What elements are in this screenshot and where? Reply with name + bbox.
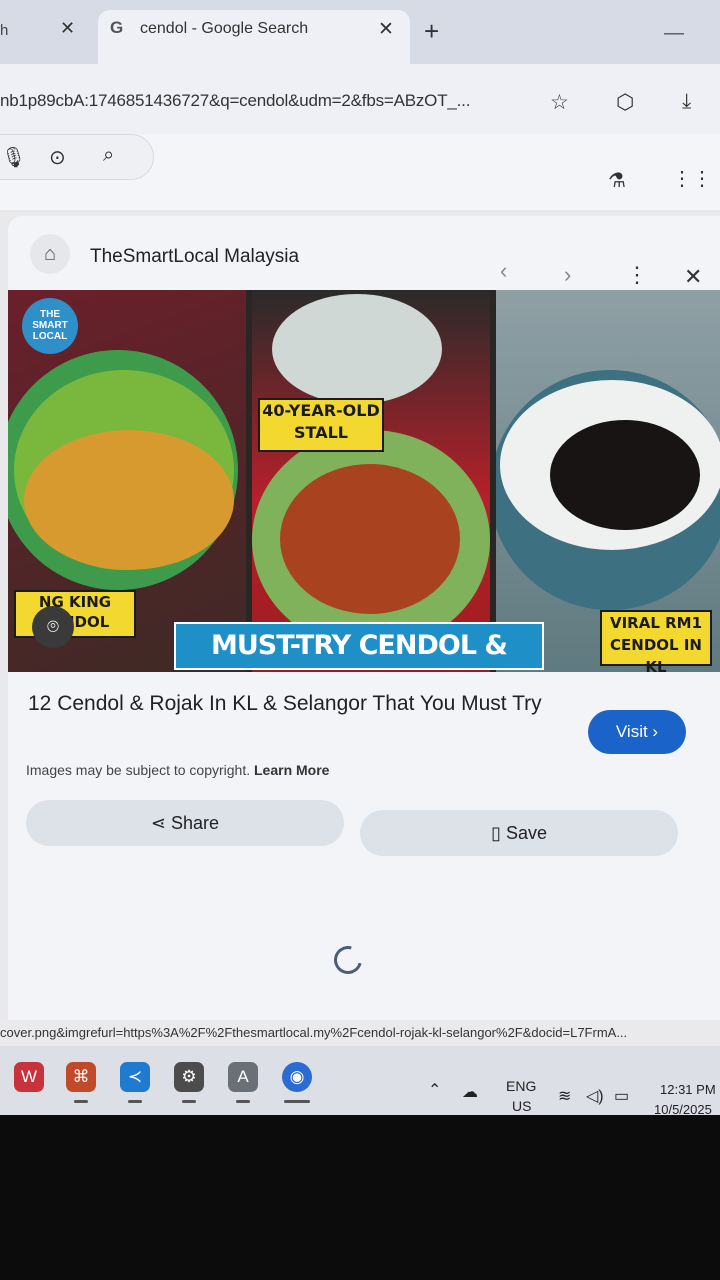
sticker-viral-rm1: VIRAL RM1 CENDOL IN KL	[600, 610, 712, 672]
app-icon[interactable]: W	[14, 1062, 44, 1092]
previous-icon[interactable]: ‹	[500, 258, 507, 284]
photo-rojak: 40-YEAR-OLD STALL	[252, 290, 490, 672]
source-favicon: ⌂	[30, 234, 70, 274]
extensions-icon[interactable]: ⬡	[616, 90, 634, 115]
loading-spinner	[328, 940, 368, 980]
gula-melaka-topping	[24, 430, 234, 570]
save-label: Save	[505, 823, 547, 843]
rojak-sauce	[280, 464, 460, 614]
settings-icon[interactable]: ⚙	[174, 1062, 204, 1092]
sticker-line: 40-YEAR-OLD	[262, 401, 380, 420]
close-icon[interactable]: ✕	[378, 18, 394, 41]
vscode-icon[interactable]: ≺	[120, 1062, 150, 1092]
running-indicator	[236, 1100, 250, 1103]
taskbar: W ⌘ ≺ ⚙ A ◉ ⌃ ☁ ENG US ≋ ◁) ▭ 12:31 PM 1…	[0, 1046, 720, 1115]
bowl	[272, 294, 442, 404]
red-beans	[550, 420, 700, 530]
close-icon[interactable]: ✕	[684, 264, 702, 290]
tab-strip: h ✕ G cendol - Google Search ✕ + —	[0, 0, 720, 64]
volume-icon[interactable]: ◁)	[586, 1086, 604, 1106]
source-name[interactable]: TheSmartLocal Malaysia	[90, 246, 299, 268]
preview-image[interactable]: THE SMART LOCAL NG KING CENDOL 40-YEAR-O…	[8, 290, 720, 672]
thesmartlocal-logo: THE SMART LOCAL	[22, 298, 78, 354]
lens-search-icon[interactable]: ⌾	[32, 606, 74, 648]
download-icon[interactable]: ⤓	[682, 90, 691, 114]
image-preview-panel: ⌂ TheSmartLocal Malaysia ‹ › ⋮ ✕ THE SMA…	[8, 216, 720, 1036]
sticker-line: STALL	[294, 423, 348, 442]
share-label: Share	[171, 813, 220, 833]
search-icon[interactable]: ⌕	[103, 144, 114, 167]
chrome-icon[interactable]: ◉	[282, 1062, 312, 1092]
language-code[interactable]: ENG	[506, 1078, 536, 1094]
share-button[interactable]: ⋖ Share	[26, 800, 344, 846]
sticker-line: VIRAL RM1	[609, 614, 703, 632]
next-icon[interactable]: ›	[564, 262, 571, 288]
running-indicator	[128, 1100, 142, 1103]
visit-button[interactable]: Visit ›	[588, 710, 686, 754]
app-icon[interactable]: A	[228, 1062, 258, 1092]
battery-icon[interactable]: ▭	[614, 1086, 629, 1106]
new-tab-button[interactable]: +	[424, 16, 439, 47]
labs-icon[interactable]: ⚗	[608, 168, 626, 193]
google-header: 🎙 ⊙ ⌕ ⚗ ⋮⋮⋮	[0, 134, 720, 210]
active-indicator	[284, 1100, 310, 1103]
copyright-text: Images may be subject to copyright.	[26, 762, 251, 778]
apps-grid-icon[interactable]: ⋮⋮⋮	[672, 166, 720, 191]
copyright-notice: Images may be subject to copyright. Lear…	[26, 762, 329, 778]
learn-more-link[interactable]: Learn More	[254, 762, 329, 778]
sticker-line: CENDOL IN KL	[610, 636, 702, 672]
region-code[interactable]: US	[512, 1098, 531, 1114]
cloud-icon[interactable]: ☁	[462, 1082, 478, 1102]
tab-previous[interactable]: h ✕	[0, 8, 95, 56]
status-url: cover.png&imgrefurl=https%3A%2F%2Fthesma…	[0, 1020, 720, 1046]
star-icon[interactable]: ☆	[550, 90, 569, 115]
wifi-icon[interactable]: ≋	[558, 1086, 571, 1106]
lens-icon[interactable]: ⊙	[49, 145, 66, 170]
address-bar: nb1p89cbA:1746851436727&q=cendol&udm=2&f…	[0, 64, 720, 134]
running-indicator	[182, 1100, 196, 1103]
save-button[interactable]: ▯ Save	[360, 810, 678, 856]
sticker-40-year-old-stall: 40-YEAR-OLD STALL	[258, 398, 384, 452]
running-indicator	[74, 1100, 88, 1103]
bookmark-icon: ▯	[491, 823, 501, 843]
image-banner: MUST-TRY CENDOL & ROJAK	[174, 622, 544, 670]
photo-cendol-bowl: VIRAL RM1 CENDOL IN KL	[496, 290, 720, 672]
more-options-icon[interactable]: ⋮	[626, 262, 648, 288]
search-box[interactable]: 🎙 ⊙ ⌕	[0, 134, 154, 180]
tab-active-title: cendol - Google Search	[140, 20, 309, 37]
tab-previous-title: h	[0, 22, 9, 39]
clock-time[interactable]: 12:31 PM	[660, 1082, 716, 1097]
google-icon: G	[110, 18, 124, 37]
url-text[interactable]: nb1p89cbA:1746851436727&q=cendol&udm=2&f…	[0, 91, 470, 111]
app-icon[interactable]: ⌘	[66, 1062, 96, 1092]
share-icon: ⋖	[150, 813, 167, 833]
tab-active[interactable]: G cendol - Google Search ✕	[98, 10, 410, 64]
clock-date[interactable]: 10/5/2025	[654, 1102, 712, 1115]
minimize-icon[interactable]: —	[664, 22, 684, 45]
screen: h ✕ G cendol - Google Search ✕ + — nb1p8…	[0, 0, 720, 1115]
chevron-up-icon[interactable]: ⌃	[428, 1080, 441, 1100]
close-icon[interactable]: ✕	[60, 18, 75, 39]
microphone-icon[interactable]: 🎙	[1, 145, 26, 170]
result-title[interactable]: 12 Cendol & Rojak In KL & Selangor That …	[28, 690, 568, 717]
